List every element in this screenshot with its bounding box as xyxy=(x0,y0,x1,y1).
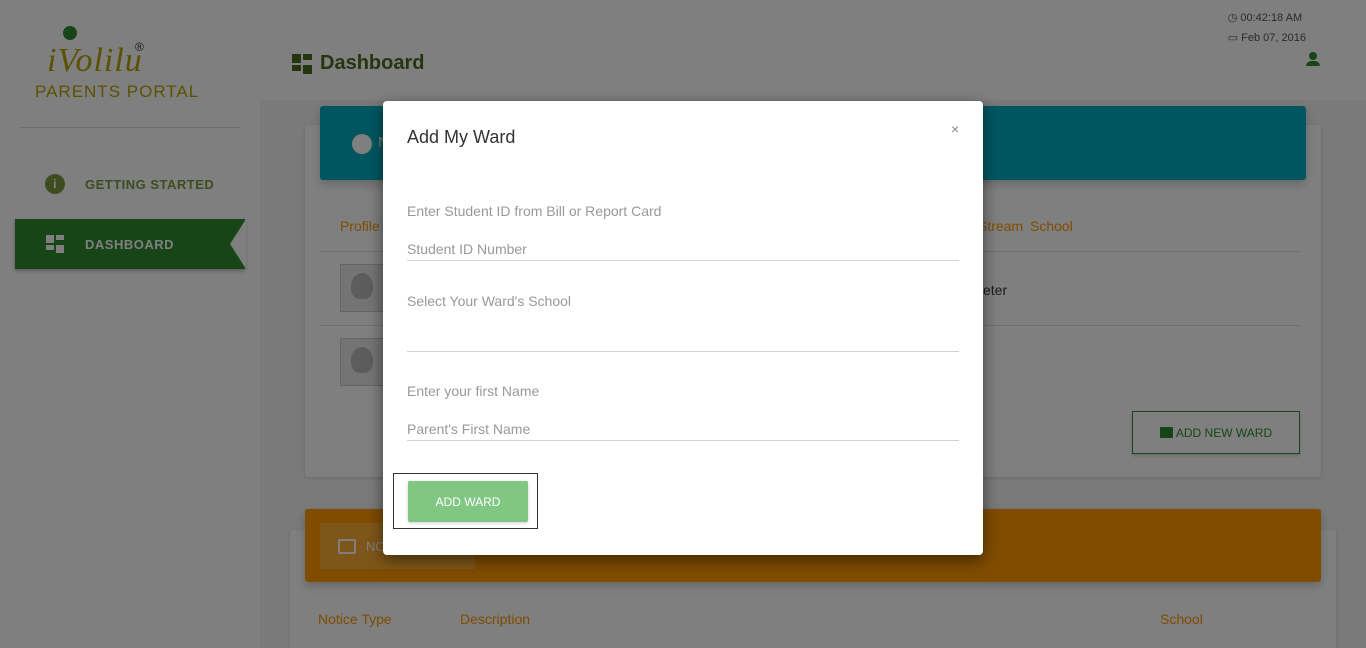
student-id-label: Enter Student ID from Bill or Report Car… xyxy=(407,203,662,219)
modal-title: Add My Ward xyxy=(407,127,516,147)
first-name-input[interactable] xyxy=(407,417,959,441)
close-icon[interactable]: × xyxy=(951,121,959,137)
student-id-input[interactable] xyxy=(407,237,959,261)
school-label: Select Your Ward's School xyxy=(407,293,572,309)
first-name-label: Enter your first Name xyxy=(407,383,540,399)
add-ward-button[interactable]: ADD WARD xyxy=(408,481,528,522)
add-ward-modal: Add My Ward × Enter Student ID from Bill… xyxy=(383,101,983,555)
school-select[interactable] xyxy=(407,327,959,352)
